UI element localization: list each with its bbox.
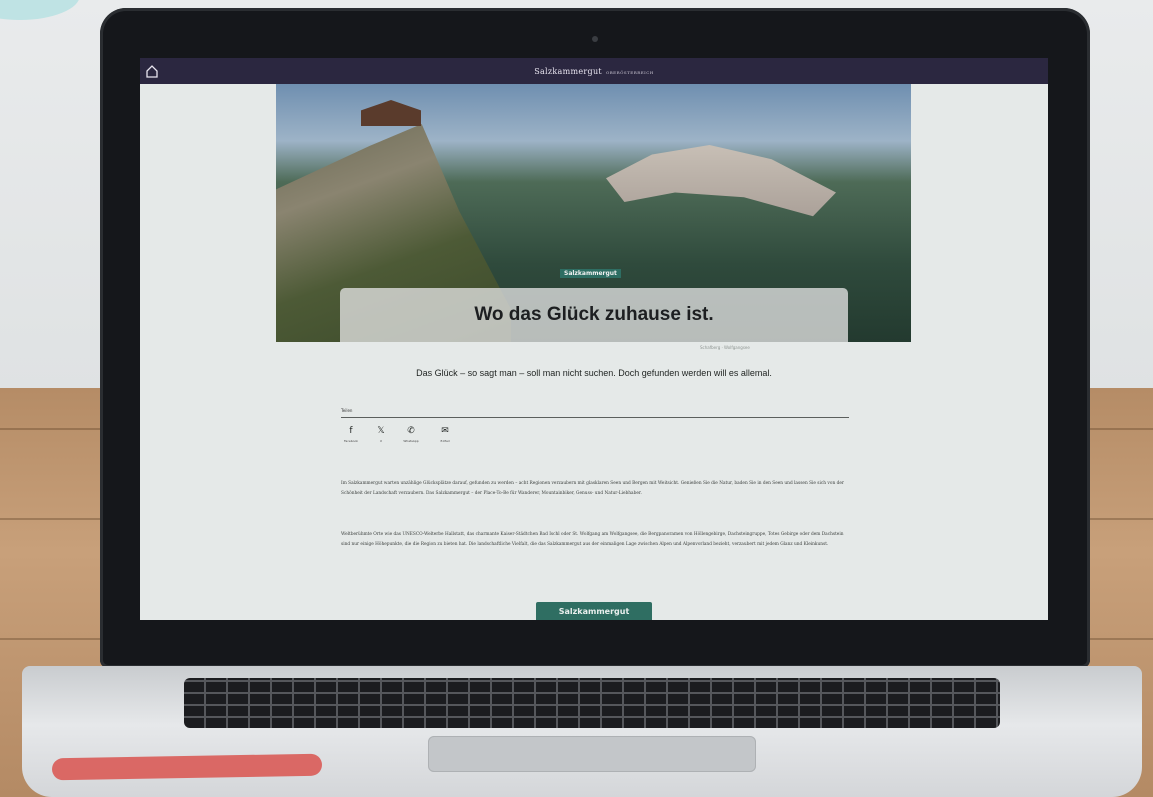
category-badge[interactable]: Salzkammergut <box>560 269 621 278</box>
share-label-facebook: Facebook <box>343 439 359 443</box>
lake <box>606 145 836 217</box>
share-label: Teilen <box>341 408 353 413</box>
x-icon: 𝕏 <box>377 426 385 436</box>
site-header: Salzkammergut OBERÖSTERREICH <box>140 58 1048 84</box>
share-label-email: E-Mail <box>440 439 450 443</box>
brand-tagline: OBERÖSTERREICH <box>605 69 654 75</box>
share-whatsapp-button[interactable]: ✆ WhatsApp <box>399 426 423 443</box>
cta-button[interactable]: Salzkammergut <box>536 602 652 620</box>
home-icon[interactable] <box>144 63 160 79</box>
share-label-whatsapp: WhatsApp <box>403 439 419 443</box>
page-title: Wo das Glück zuhause ist. <box>474 304 714 325</box>
lead-text: Das Glück – so sagt man – soll man nicht… <box>416 368 772 378</box>
webcam <box>592 36 598 42</box>
mountain-hut <box>361 100 421 126</box>
share-facebook-button[interactable]: f Facebook <box>339 426 363 443</box>
brand-name: Salzkammergut <box>534 66 602 76</box>
share-email-button[interactable]: ✉ E-Mail <box>433 426 457 443</box>
site-logo[interactable]: Salzkammergut OBERÖSTERREICH <box>534 67 654 76</box>
share-label-x: X <box>379 439 383 443</box>
trackpad <box>428 736 756 772</box>
hero-image: Salzkammergut Wo das Glück zuhause ist. <box>276 84 911 342</box>
image-credit: Schafberg · Wolfgangsee <box>700 345 750 350</box>
email-icon: ✉ <box>441 426 449 436</box>
sticker <box>51 753 323 781</box>
browser-screen: Salzkammergut OBERÖSTERREICH Salzkammergu… <box>140 58 1048 620</box>
body-paragraph: Im Salzkammergut warten unzählige Glücks… <box>341 481 844 496</box>
body-paragraph: Weltberühmte Orte wie das UNESCO-Welterb… <box>341 532 844 547</box>
facebook-icon: f <box>349 426 353 436</box>
whatsapp-icon: ✆ <box>407 426 415 436</box>
share-x-button[interactable]: 𝕏 X <box>369 426 393 443</box>
divider <box>341 417 849 418</box>
keyboard <box>184 678 1000 728</box>
hero-title-box: Wo das Glück zuhause ist. <box>340 288 848 342</box>
